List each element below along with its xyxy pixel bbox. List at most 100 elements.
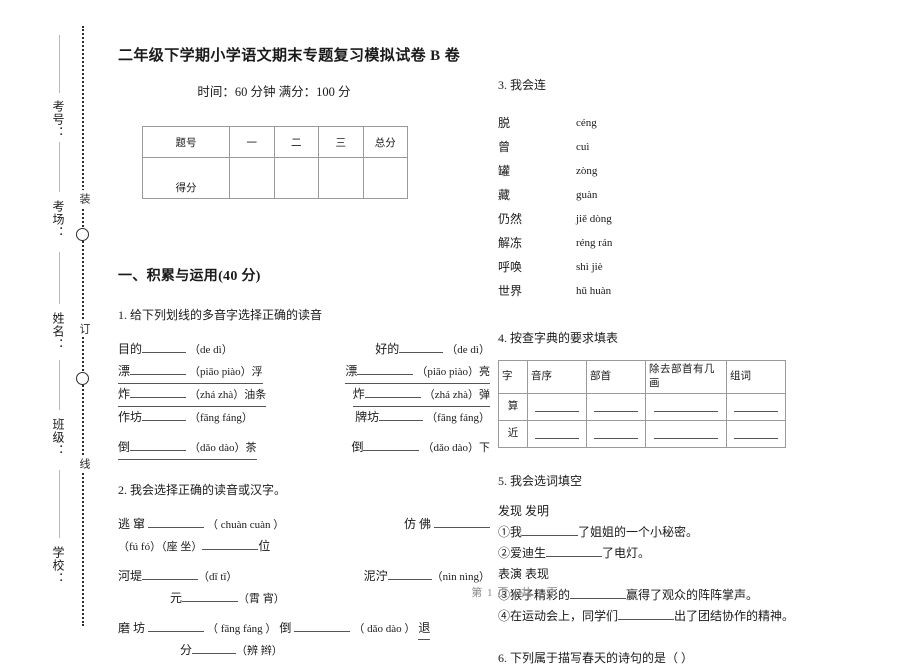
q1-r5-left-blank[interactable] — [130, 450, 187, 451]
q5-item-1-blank[interactable] — [522, 535, 579, 536]
q1-r3-right-blank[interactable] — [364, 397, 421, 398]
dict-row-0-cell-1[interactable] — [527, 393, 587, 421]
q2-l3-left-blank[interactable] — [142, 579, 199, 580]
question-5-text: 我会选词填空 — [510, 474, 583, 488]
q2-l5-left-blank[interactable] — [148, 631, 205, 632]
q3-pinyin-6: shì jiè — [576, 261, 603, 273]
list-item[interactable]: 呼唤 shì jiè — [498, 255, 858, 279]
q5-item-4-pre: ④在运动会上，同学们 — [498, 609, 619, 623]
student-field-label-class: 班级： — [51, 418, 65, 457]
q2-l5-left-word: 磨 坊 — [118, 621, 146, 635]
q1-r2-right-word: 漂 — [345, 364, 358, 378]
q1-r4-right-word: 牌坊 — [355, 410, 380, 424]
table-row: 算 — [498, 393, 786, 421]
list-item[interactable]: 解冻 réng rán — [498, 231, 858, 255]
question-3-text: 我会连 — [510, 78, 547, 92]
dict-row-0-cell-3[interactable] — [645, 393, 727, 421]
q5-item-4-blank[interactable] — [618, 619, 675, 620]
q1-r5-right-pinyin: （dǎo dào）下 — [422, 442, 490, 454]
question-4-prompt: 4. 按查字典的要求填表 — [498, 329, 858, 346]
q2-l6-pinyin: （辨 辫） — [236, 645, 283, 657]
q1-r1-left-pinyin: （de dì） — [189, 344, 233, 356]
dictionary-table: 字 音序 部首 除去部首有几画 组词 算 近 — [498, 360, 786, 448]
q2-l1-pinyin: （ chuàn cuàn ） — [207, 519, 285, 531]
dict-row-1-cell-1[interactable] — [527, 420, 587, 448]
question-3-number: 3. — [498, 78, 507, 92]
q1-r1-left-blank[interactable] — [142, 352, 187, 353]
q1-r5-right-blank[interactable] — [363, 450, 420, 451]
list-item[interactable]: 罐 zòng — [498, 159, 858, 183]
question-5: 5. 我会选词填空 发现 发明 ①我 了姐姐的一个小秘密。 ②爱迪生 了电灯。 表演… — [498, 472, 858, 627]
q1-row-1-right: 好的 （de dì） — [375, 339, 490, 361]
q1-r4-left-blank[interactable] — [142, 420, 187, 421]
q5-item-4-post: 出了团结协作的精神。 — [674, 609, 795, 623]
q1-row-2-right: 漂 （piāo piào）亮 — [345, 361, 490, 384]
dict-row-1-cell-3[interactable] — [645, 420, 727, 448]
q2-l1-word: 逃 窜 — [118, 517, 146, 531]
q2-row-1: 逃 窜 （ chuàn cuàn ） 仿 佛 — [118, 514, 490, 536]
dict-header-3: 除去部首有几画 — [645, 360, 727, 394]
q2-l1-blank[interactable] — [148, 527, 205, 528]
question-4-number: 4. — [498, 331, 507, 345]
q1-row-3-left: 炸 （zhá zhà）油条 — [118, 384, 267, 407]
q1-r4-right-blank[interactable] — [379, 420, 424, 421]
list-item[interactable]: 曾 cuì — [498, 135, 858, 159]
score-cell-3[interactable] — [318, 157, 364, 199]
question-6-number: 6. — [498, 651, 507, 665]
q5-item-2-blank[interactable] — [546, 556, 603, 557]
q1-r2-left-blank[interactable] — [130, 374, 187, 375]
binding-margin: 装 订 线 考号： 考场： 姓名： 班级： 学校： — [0, 0, 110, 650]
q2-l2-blank[interactable] — [202, 549, 259, 550]
question-1-prompt: 1. 给下列划线的多音字选择正确的读音 — [118, 305, 490, 325]
q1-row-4: 作坊 （fāng fáng） 牌坊 （fāng fáng） — [118, 407, 490, 429]
seal-circle-1 — [76, 228, 89, 241]
q2-l4-blank[interactable] — [182, 601, 239, 602]
q3-word-0: 脱 — [498, 116, 511, 130]
dict-row-0-cell-2[interactable] — [586, 393, 646, 421]
q1-row-1: 目的 （de dì） 好的 （de dì） — [118, 339, 490, 361]
q2-l3-right-blank[interactable] — [387, 579, 432, 580]
q3-word-2: 罐 — [498, 164, 511, 178]
q5-item-4: ④在运动会上，同学们 出了团结协作的精神。 — [498, 606, 858, 627]
section-heading: 一、积累与运用(40 分) — [118, 269, 261, 284]
q5-item-2-pre: ②爱迪生 — [498, 546, 547, 560]
q1-row-5-left: 倒 （dǎo dào）茶 — [118, 437, 257, 460]
question-5-prompt: 5. 我会选词填空 — [498, 472, 858, 489]
q5-word-group-1: 发现 发明 — [498, 504, 550, 518]
student-field-label-exam-room: 考场： — [51, 200, 65, 239]
q2-l5-mid-blank[interactable] — [294, 631, 351, 632]
q1-r4-left-pinyin: （fāng fáng） — [189, 412, 253, 424]
q2-row-5: 磨 坊 （ fāng fáng ） 倒 （ dǎo dào ） 退 — [118, 618, 490, 640]
q2-l3-right-pinyin: （nìn nìng） — [431, 571, 490, 583]
q3-pinyin-7: hū huàn — [576, 285, 612, 297]
page-footer: 第 1 页 / 共 3 页 — [471, 587, 559, 599]
list-item[interactable]: 世界 hū huàn — [498, 279, 858, 303]
q1-r5-left-pinyin: （dǎo dào）茶 — [189, 442, 257, 454]
score-cell-2[interactable] — [273, 157, 319, 199]
question-1-number: 1. — [118, 308, 127, 322]
q2-l1-right-blank[interactable] — [434, 527, 490, 528]
score-header-4: 总分 — [362, 126, 408, 158]
dict-row-1-cell-4[interactable] — [726, 420, 786, 448]
q1-r1-right-blank[interactable] — [399, 352, 444, 353]
dict-row-0-char: 算 — [498, 393, 528, 421]
q1-row-3-right: 炸 （zhá zhà）弹 — [352, 384, 490, 407]
question-3: 3. 我会连 脱 céng 曾 cuì 罐 zòng 藏 guàn 仍然 jiě… — [498, 76, 858, 303]
dict-row-1-cell-2[interactable] — [586, 420, 646, 448]
score-cell-1[interactable] — [229, 157, 275, 199]
score-cell-4[interactable] — [362, 157, 408, 199]
dict-row-0-cell-4[interactable] — [726, 393, 786, 421]
q3-word-6: 呼唤 — [498, 260, 523, 274]
q2-l5-mid-pinyin: （ dǎo dào ） — [353, 623, 416, 635]
list-item[interactable]: 藏 guàn — [498, 183, 858, 207]
q1-row-5: 倒 （dǎo dào）茶 倒 （dǎo dào）下 — [118, 437, 490, 460]
seal-char-1: 装 — [74, 190, 92, 207]
list-item[interactable]: 仍然 jiě dòng — [498, 207, 858, 231]
list-item[interactable]: 脱 céng — [498, 111, 858, 135]
question-6: 6. 下列属于描写春天的诗句的是（ ） — [498, 649, 858, 666]
q1-r2-right-blank[interactable] — [357, 374, 414, 375]
q2-l6-blank[interactable] — [192, 653, 237, 654]
q1-row-4-right: 牌坊 （fāng fáng） — [355, 407, 490, 429]
q1-r3-left-blank[interactable] — [130, 397, 187, 398]
q5-content: 发现 发明 ①我 了姐姐的一个小秘密。 ②爱迪生 了电灯。 表演 表现 ③猴子精彩的… — [498, 501, 858, 627]
